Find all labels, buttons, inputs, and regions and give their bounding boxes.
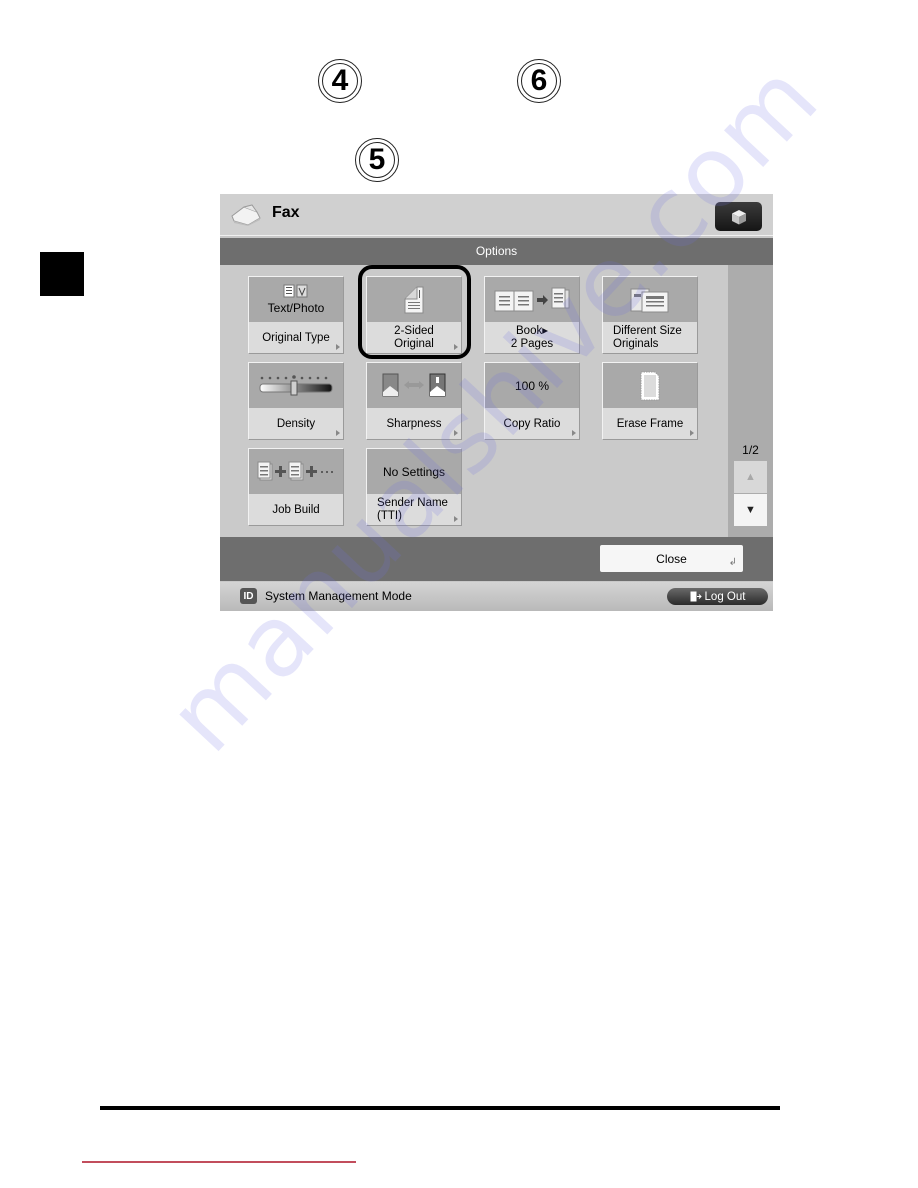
status-text: System Management Mode (265, 589, 412, 603)
card-original-type[interactable]: Text/Photo Original Type (248, 276, 344, 354)
card-label: Sender Name (TTI) (377, 497, 448, 522)
sharpness-icon (382, 373, 446, 396)
job-build-icon (257, 461, 333, 480)
card-different-size-originals[interactable]: Different Size Originals (602, 276, 698, 354)
text-photo-icon (283, 284, 308, 298)
scroll-up-button[interactable]: ▲ (734, 461, 767, 493)
options-grid: Text/Photo Original Type 2-Sided Origina… (220, 265, 728, 537)
page-indicator: 1/2 (742, 443, 759, 457)
cube-icon (731, 209, 746, 224)
card-value: Text/Photo (267, 301, 325, 315)
app-title: Fax (272, 204, 300, 221)
action-bar: Close ↲ (220, 537, 773, 581)
chevron-right-icon (336, 344, 340, 350)
logout-door-icon (690, 591, 702, 602)
card-value: 100 % (514, 378, 550, 393)
enter-icon: ↲ (728, 557, 737, 568)
arrow-up-icon: ▲ (745, 471, 756, 483)
book-to-pages-icon (494, 287, 570, 311)
card-label: Sharpness (386, 417, 442, 430)
card-value: No Settings (382, 464, 446, 479)
card-label: Density (276, 417, 316, 430)
close-label: Close (656, 551, 687, 566)
card-label: Erase Frame (616, 417, 684, 430)
chevron-right-icon (454, 516, 458, 522)
top-right-button[interactable] (715, 202, 762, 231)
scroll-down-button[interactable]: ▼ (734, 494, 767, 526)
card-job-build[interactable]: Job Build (248, 448, 344, 526)
footer-rule (100, 1106, 780, 1110)
callout-number: 6 (530, 64, 548, 97)
chevron-right-icon (690, 430, 694, 436)
card-label: Original Type (262, 331, 330, 344)
density-slider-icon (259, 374, 333, 395)
fax-icon (231, 204, 261, 226)
callout-number: 4 (331, 64, 349, 97)
card-copy-ratio[interactable]: 100 % Copy Ratio (484, 362, 580, 440)
scroll-column: 1/2 ▲ ▼ (728, 265, 773, 537)
card-label: Copy Ratio (503, 417, 561, 430)
link-underline (82, 1161, 356, 1163)
callout-4: 4 (318, 59, 362, 103)
options-header: Options (220, 238, 773, 265)
callout-5: 5 (355, 138, 399, 182)
logout-label: Log Out (704, 590, 746, 603)
id-icon: ID (240, 588, 257, 604)
chevron-right-icon (336, 430, 340, 436)
callout-6: 6 (517, 59, 561, 103)
card-sharpness[interactable]: Sharpness (366, 362, 462, 440)
close-button[interactable]: Close ↲ (600, 545, 743, 572)
card-erase-frame[interactable]: Erase Frame (602, 362, 698, 440)
chevron-right-icon (572, 430, 576, 436)
status-bar: ID System Management Mode Log Out (220, 582, 773, 611)
selection-highlight (358, 265, 471, 359)
arrow-down-icon: ▼ (745, 504, 756, 516)
card-density[interactable]: Density (248, 362, 344, 440)
different-size-originals-icon (630, 288, 669, 312)
card-book-two-pages[interactable]: Book▸ 2 Pages (484, 276, 580, 354)
card-label: Job Build (272, 503, 320, 516)
card-label: Different Size Originals (613, 325, 682, 350)
callout-number: 5 (368, 143, 386, 176)
chapter-tab-marker (40, 252, 84, 296)
chevron-right-icon (454, 430, 458, 436)
logout-button[interactable]: Log Out (667, 588, 768, 605)
card-sender-name[interactable]: No Settings Sender Name (TTI) (366, 448, 462, 526)
fax-options-screen: Fax Options Text/Photo Original Type 2-S… (220, 194, 773, 611)
title-bar: Fax (220, 194, 773, 236)
erase-frame-icon (640, 371, 660, 400)
card-label: Book▸ 2 Pages (510, 325, 554, 350)
